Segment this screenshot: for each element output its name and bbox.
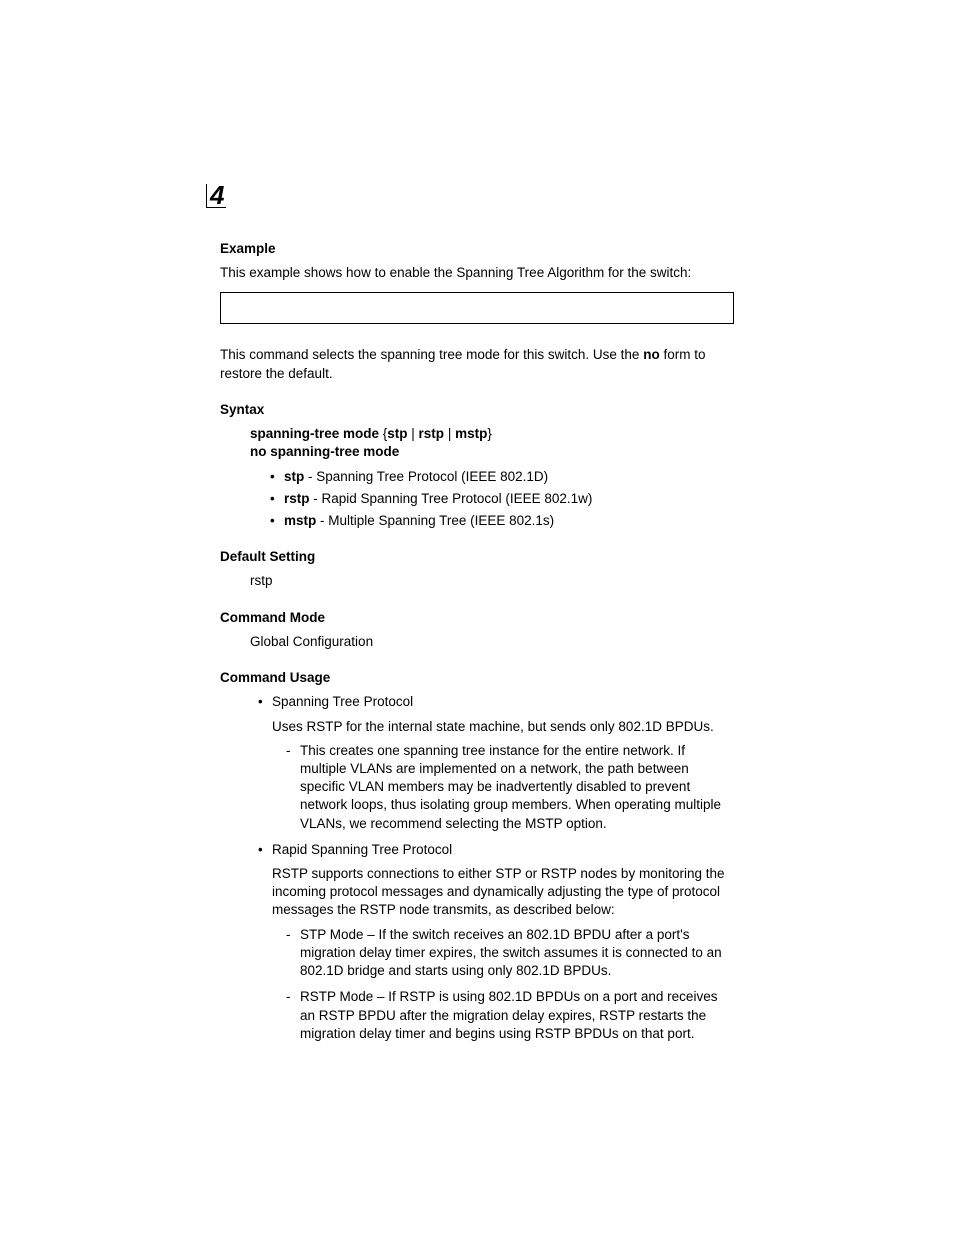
example-heading: Example: [220, 240, 734, 258]
example-intro: This example shows how to enable the Spa…: [220, 264, 734, 282]
command-mode-value: Global Configuration: [250, 633, 734, 651]
syntax-opt2: rstp: [419, 426, 445, 441]
option-desc: - Spanning Tree Protocol (IEEE 802.1D): [304, 469, 548, 484]
syntax-cmd: spanning-tree mode: [250, 426, 379, 441]
usage-item: Rapid Spanning Tree Protocol RSTP suppor…: [258, 841, 734, 1043]
syntax-close: }: [487, 426, 492, 441]
syntax-option: mstp - Multiple Spanning Tree (IEEE 802.…: [270, 512, 734, 530]
syntax-opt1: stp: [387, 426, 407, 441]
command-usage-list: Spanning Tree Protocol Uses RSTP for the…: [220, 693, 734, 1043]
option-name: stp: [284, 469, 304, 484]
default-setting-heading: Default Setting: [220, 548, 734, 566]
usage-subitem: RSTP Mode – If RSTP is using 802.1D BPDU…: [286, 988, 734, 1043]
usage-desc: RSTP supports connections to either STP …: [272, 865, 734, 920]
usage-item: Spanning Tree Protocol Uses RSTP for the…: [258, 693, 734, 833]
default-setting-value: rstp: [250, 572, 734, 590]
option-desc: - Multiple Spanning Tree (IEEE 802.1s): [316, 513, 554, 528]
example-code-box: [220, 292, 734, 324]
command-desc-pre: This command selects the spanning tree m…: [220, 347, 643, 362]
syntax-heading: Syntax: [220, 401, 734, 419]
usage-sublist: This creates one spanning tree instance …: [272, 742, 734, 833]
syntax-opt3: mstp: [455, 426, 487, 441]
syntax-block: spanning-tree mode {stp | rstp | mstp} n…: [250, 425, 734, 461]
chapter-number: 4: [206, 184, 226, 208]
syntax-option: rstp - Rapid Spanning Tree Protocol (IEE…: [270, 490, 734, 508]
command-usage-heading: Command Usage: [220, 669, 734, 687]
syntax-option: stp - Spanning Tree Protocol (IEEE 802.1…: [270, 468, 734, 486]
usage-sublist: STP Mode – If the switch receives an 802…: [272, 926, 734, 1043]
command-description: This command selects the spanning tree m…: [220, 346, 734, 382]
command-mode-heading: Command Mode: [220, 609, 734, 627]
syntax-sep1: |: [408, 426, 419, 441]
usage-subitem: This creates one spanning tree instance …: [286, 742, 734, 833]
usage-subitem: STP Mode – If the switch receives an 802…: [286, 926, 734, 981]
usage-title: Rapid Spanning Tree Protocol: [272, 841, 734, 859]
syntax-options-list: stp - Spanning Tree Protocol (IEEE 802.1…: [220, 468, 734, 531]
option-name: rstp: [284, 491, 310, 506]
command-desc-no: no: [643, 347, 660, 362]
usage-title: Spanning Tree Protocol: [272, 693, 734, 711]
syntax-sep2: |: [444, 426, 455, 441]
syntax-line-1: spanning-tree mode {stp | rstp | mstp}: [250, 425, 734, 443]
page-content: Example This example shows how to enable…: [0, 0, 954, 1043]
option-name: mstp: [284, 513, 316, 528]
option-desc: - Rapid Spanning Tree Protocol (IEEE 802…: [310, 491, 593, 506]
syntax-line-2: no spanning-tree mode: [250, 443, 734, 461]
usage-desc: Uses RSTP for the internal state machine…: [272, 718, 734, 736]
